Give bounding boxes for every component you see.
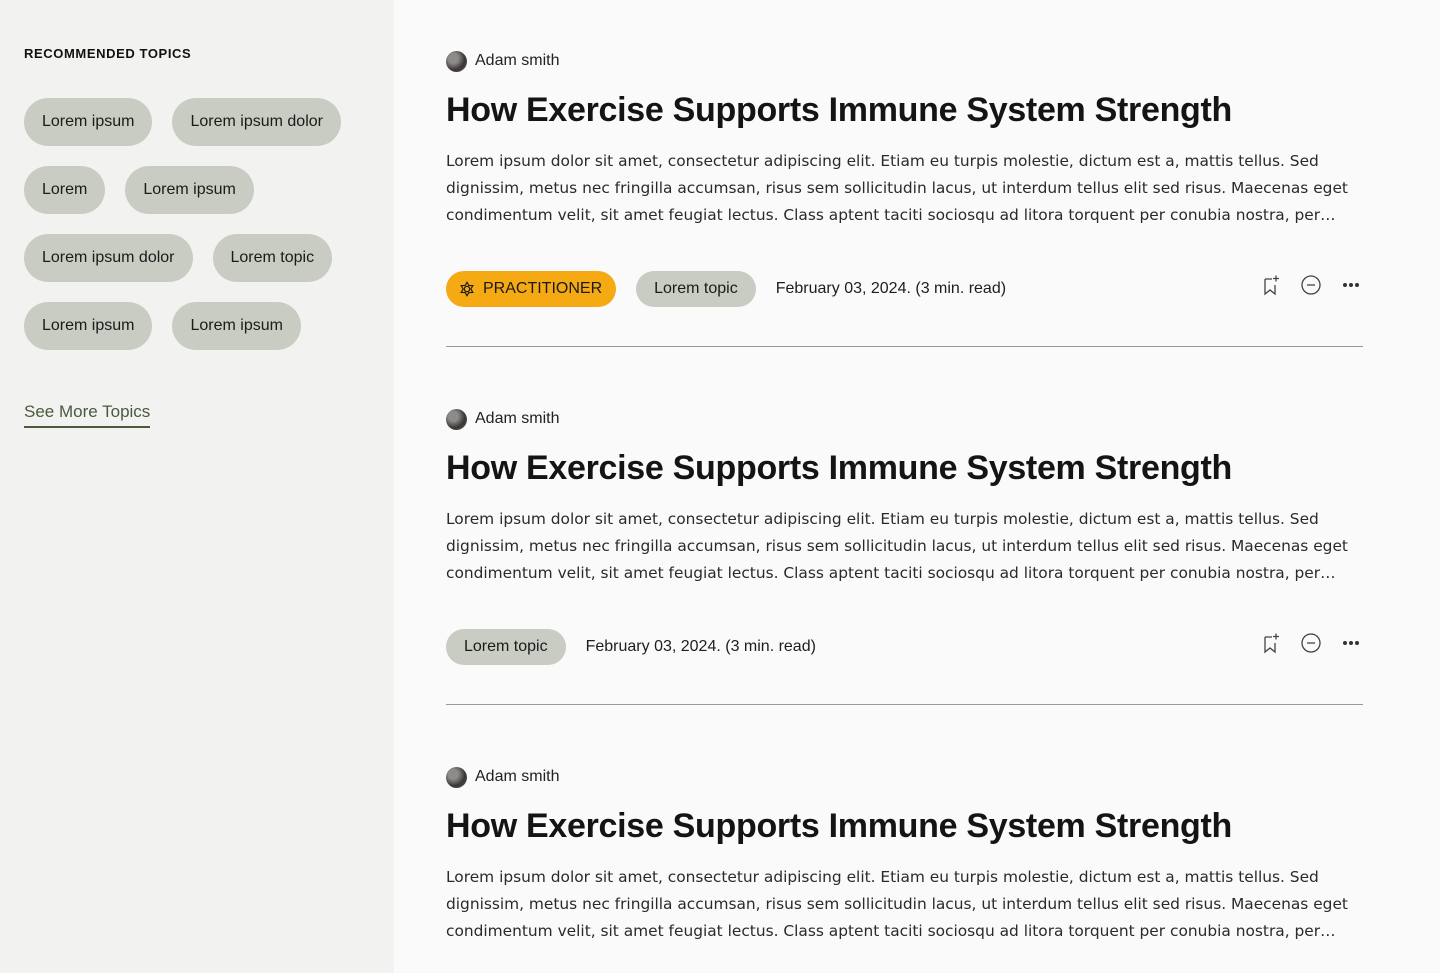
post-topic-chip[interactable]: Lorem topic [636, 271, 756, 307]
more-horizontal-icon [1343, 641, 1359, 645]
bookmark-add-button[interactable] [1259, 631, 1283, 655]
hide-post-button[interactable] [1299, 631, 1323, 655]
minus-circle-icon [1301, 633, 1321, 653]
topic-chip[interactable]: Lorem ipsum [172, 302, 301, 350]
minus-circle-icon [1301, 275, 1321, 295]
post-author[interactable]: Adam smith [446, 766, 1363, 788]
recommended-topics-heading: RECOMMENDED TOPICS [24, 46, 192, 61]
post-excerpt: Lorem ipsum dolor sit amet, consectetur … [446, 510, 1348, 582]
post-title[interactable]: How Exercise Supports Immune System Stre… [446, 806, 1363, 846]
topic-chip[interactable]: Lorem [24, 166, 106, 214]
author-avatar[interactable] [446, 50, 467, 72]
post-excerpt: Lorem ipsum dolor sit amet, consectetur … [446, 152, 1348, 224]
topic-chip[interactable]: Lorem ipsum [125, 166, 254, 214]
post-actions [1259, 271, 1363, 299]
post-excerpt: Lorem ipsum dolor sit amet, consectetur … [446, 868, 1348, 940]
practitioner-label: PRACTITIONER [483, 280, 603, 297]
see-more-topics-link[interactable]: See More Topics [24, 402, 151, 428]
bookmark-add-icon [1264, 633, 1279, 654]
author-avatar[interactable] [446, 766, 467, 788]
bookmark-add-icon [1264, 275, 1279, 296]
topic-chip[interactable]: Lorem ipsum [24, 302, 153, 350]
practitioner-icon [460, 281, 474, 297]
topic-chip[interactable]: Lorem ipsum dolor [24, 234, 193, 282]
topic-chip[interactable]: Lorem ipsum [24, 98, 153, 146]
post-meta: Lorem topic February 03, 2024. (3 min. r… [446, 629, 1363, 665]
author-name[interactable]: Adam smith [475, 768, 559, 786]
topic-chip[interactable]: Lorem topic [212, 234, 333, 282]
post-topic-chip[interactable]: Lorem topic [446, 629, 566, 665]
more-options-button[interactable] [1339, 631, 1363, 655]
post-author[interactable]: Adam smith [446, 50, 1363, 72]
author-name[interactable]: Adam smith [475, 52, 559, 70]
author-avatar[interactable] [446, 408, 467, 430]
more-horizontal-icon [1343, 283, 1359, 287]
post-author[interactable]: Adam smith [446, 408, 1363, 430]
practitioner-badge[interactable]: PRACTITIONER [446, 271, 617, 307]
post-date: February 03, 2024. (3 min. read) [585, 638, 816, 655]
bookmark-add-button[interactable] [1259, 273, 1283, 297]
more-options-button[interactable] [1339, 273, 1363, 297]
post-meta: PRACTITIONER Lorem topic February 03, 20… [446, 271, 1363, 307]
post-divider [446, 346, 1363, 347]
post-actions [1259, 629, 1363, 657]
post-card: Adam smith How Exercise Supports Immune … [446, 766, 1363, 945]
post-divider [446, 704, 1363, 705]
post-title[interactable]: How Exercise Supports Immune System Stre… [446, 90, 1363, 130]
post-card: Adam smith How Exercise Supports Immune … [446, 408, 1363, 705]
topics-list: Lorem ipsum Lorem ipsum dolor Lorem Lore… [24, 98, 374, 350]
post-title[interactable]: How Exercise Supports Immune System Stre… [446, 448, 1363, 488]
author-name[interactable]: Adam smith [475, 410, 559, 428]
sidebar: RECOMMENDED TOPICS Lorem ipsum Lorem ips… [0, 0, 394, 973]
hide-post-button[interactable] [1299, 273, 1323, 297]
post-card: Adam smith How Exercise Supports Immune … [446, 50, 1363, 347]
topic-chip[interactable]: Lorem ipsum dolor [172, 98, 341, 146]
post-date: February 03, 2024. (3 min. read) [775, 280, 1007, 297]
